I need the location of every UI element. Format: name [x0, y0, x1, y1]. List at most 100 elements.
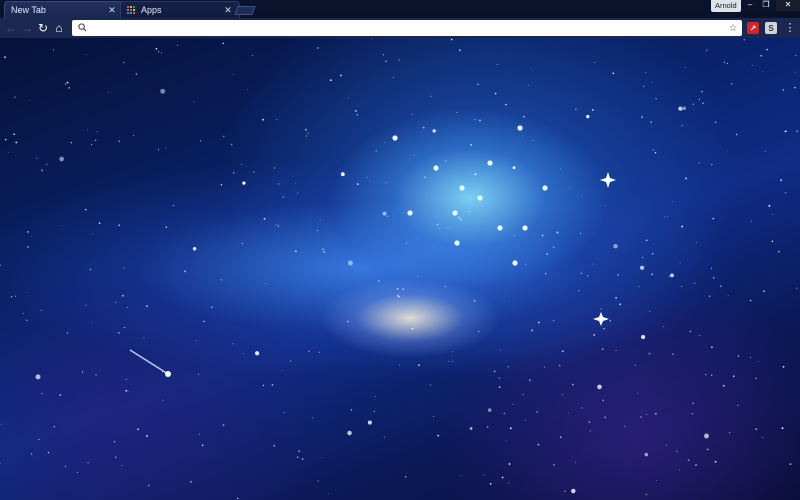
star [91, 322, 92, 324]
star [402, 288, 404, 290]
star [586, 114, 590, 119]
home-button[interactable]: ⌂ [51, 20, 67, 36]
star [277, 225, 280, 227]
reload-button[interactable]: ↻ [35, 20, 51, 36]
star [322, 248, 324, 251]
close-window-button[interactable]: ✕ [776, 0, 800, 11]
star [64, 465, 66, 467]
star [643, 85, 645, 88]
star [242, 181, 246, 185]
star [749, 299, 752, 302]
star [568, 412, 570, 414]
star [679, 469, 680, 471]
star [646, 413, 648, 415]
star [562, 394, 564, 395]
star [737, 404, 739, 406]
star [531, 329, 533, 332]
star [367, 420, 372, 425]
star [651, 82, 653, 83]
star [295, 183, 297, 185]
star [26, 292, 28, 294]
star [254, 351, 260, 356]
star [328, 492, 329, 494]
star [666, 216, 669, 218]
tab-apps[interactable]: Apps ✕ [120, 1, 240, 18]
comet-head [165, 371, 171, 377]
profile-button[interactable]: Arnold [711, 0, 741, 12]
star [796, 130, 798, 132]
star [615, 349, 617, 351]
menu-icon[interactable]: ⋮ [784, 21, 796, 35]
star [243, 352, 245, 354]
star [486, 426, 489, 428]
star [0, 264, 1, 266]
star [525, 263, 527, 265]
star [684, 66, 686, 68]
cluster-star [487, 160, 493, 166]
star [222, 42, 224, 45]
red-arrow-extension-icon[interactable]: ↗ [747, 22, 759, 34]
star [750, 356, 752, 358]
star [308, 350, 310, 352]
star [762, 437, 763, 439]
tab-close-icon[interactable]: ✕ [223, 5, 233, 15]
star [473, 300, 476, 302]
star [678, 106, 683, 111]
star [538, 321, 540, 324]
star [751, 220, 753, 222]
star [732, 375, 735, 378]
star [447, 227, 449, 229]
star [513, 235, 515, 236]
star [581, 407, 583, 409]
star [602, 399, 605, 402]
star [64, 83, 67, 85]
tab-new-tab[interactable]: New Tab ✕ [4, 1, 124, 18]
forward-button[interactable]: → [19, 20, 35, 36]
star [241, 243, 243, 245]
star [722, 384, 725, 387]
star [445, 160, 447, 162]
star [522, 135, 524, 137]
star [59, 156, 64, 162]
bookmark-star-icon[interactable]: ☆ [726, 23, 740, 34]
star [556, 231, 559, 234]
star [706, 49, 708, 52]
star [508, 482, 510, 484]
star [246, 89, 248, 91]
star [323, 251, 326, 253]
star [782, 365, 785, 368]
star [651, 273, 653, 275]
star [176, 44, 178, 46]
title-bar: New Tab ✕ Apps ✕ Arnold – ❐ ✕ [0, 0, 800, 18]
address-input[interactable] [89, 21, 726, 35]
star [123, 267, 125, 269]
new-tab-button[interactable] [234, 6, 256, 15]
star [25, 319, 28, 322]
star [781, 427, 784, 430]
star [668, 275, 671, 277]
tab-close-icon[interactable]: ✕ [107, 5, 117, 15]
cluster-star [452, 210, 458, 216]
star [634, 364, 636, 366]
star [290, 360, 292, 362]
maximize-button[interactable]: ❐ [758, 0, 774, 11]
star [114, 456, 117, 458]
s-extension-icon[interactable]: S [765, 22, 777, 34]
cluster-star [522, 225, 528, 231]
star [347, 260, 353, 266]
star [469, 427, 473, 430]
star [711, 346, 713, 349]
cluster-star [497, 225, 503, 231]
star [278, 183, 280, 185]
star [241, 163, 243, 165]
minimize-button[interactable]: – [742, 0, 758, 11]
star [263, 217, 266, 220]
back-button[interactable]: ← [3, 20, 19, 36]
star [695, 464, 697, 466]
star [450, 38, 453, 41]
star [687, 459, 690, 462]
omnibox[interactable]: ☆ [72, 20, 742, 36]
cluster-star [454, 240, 460, 246]
star [118, 224, 120, 226]
star [644, 452, 649, 457]
